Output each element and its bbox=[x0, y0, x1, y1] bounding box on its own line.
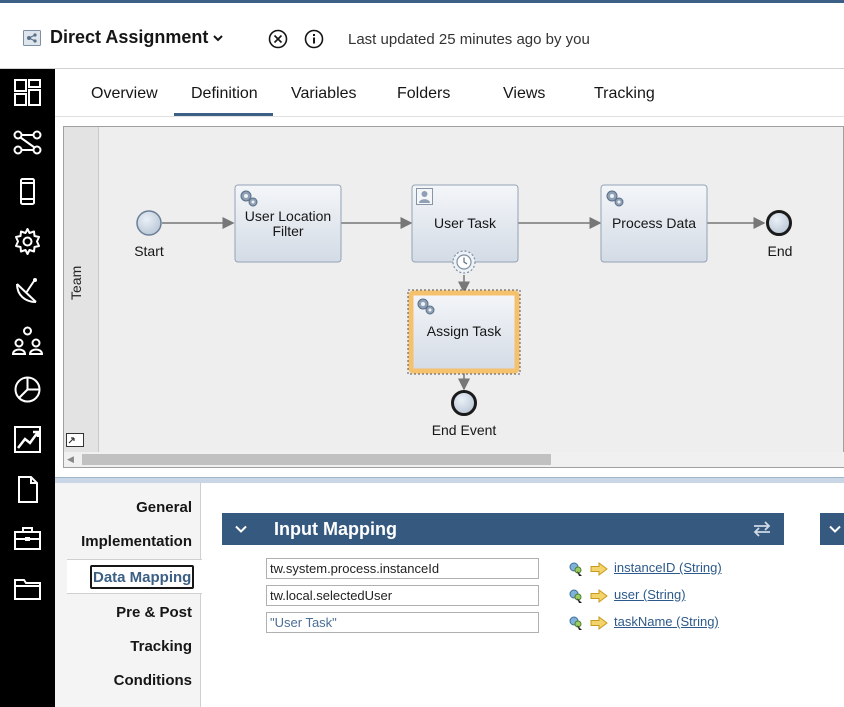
menu-conditions[interactable]: Conditions bbox=[52, 672, 192, 689]
menu-general[interactable]: General bbox=[52, 499, 192, 516]
swap-arrows-icon[interactable] bbox=[752, 519, 772, 539]
task-user-location-filter-label: User Location Filter bbox=[244, 208, 332, 239]
overview-map-icon[interactable] bbox=[66, 433, 84, 447]
process-diagram bbox=[136, 184, 792, 416]
mapping-value-input[interactable] bbox=[266, 558, 539, 579]
chevron-down-icon[interactable] bbox=[828, 522, 842, 536]
menu-data-mapping[interactable]: Data Mapping bbox=[90, 565, 195, 589]
end-event-2-shape[interactable] bbox=[451, 390, 477, 416]
folder-icon[interactable] bbox=[12, 573, 43, 604]
mapping-value-input[interactable] bbox=[266, 585, 539, 606]
document-icon[interactable] bbox=[12, 474, 43, 505]
menu-pre-post[interactable]: Pre & Post bbox=[52, 604, 192, 621]
mapping-arrow-icon bbox=[590, 616, 608, 630]
end-event-shape[interactable] bbox=[766, 210, 792, 236]
task-user-task-label: User Task bbox=[434, 215, 496, 231]
task-assign-task-label: Assign Task bbox=[426, 323, 502, 339]
start-event-label: Start bbox=[134, 243, 164, 259]
variable-picker-icon[interactable] bbox=[568, 588, 584, 604]
start-event-shape[interactable] bbox=[136, 210, 162, 236]
variable-picker-icon[interactable] bbox=[568, 561, 584, 577]
end-event-2-label: End Event bbox=[431, 422, 497, 438]
task-process-data-label: Process Data bbox=[611, 215, 697, 231]
mapping-value-input[interactable] bbox=[266, 612, 539, 633]
horizontal-scrollbar-thumb[interactable] bbox=[82, 454, 551, 465]
menu-implementation[interactable]: Implementation bbox=[52, 533, 192, 550]
user-icon bbox=[416, 188, 433, 205]
mapping-arrow-icon bbox=[590, 562, 608, 576]
end-event-label: End bbox=[767, 243, 793, 259]
variable-picker-icon[interactable] bbox=[568, 615, 584, 631]
mapping-arrow-icon bbox=[590, 589, 608, 603]
mapping-target-link[interactable]: user (String) bbox=[614, 587, 686, 602]
mapping-target-link[interactable]: taskName (String) bbox=[614, 614, 719, 629]
menu-tracking[interactable]: Tracking bbox=[52, 638, 192, 655]
input-mapping-title: Input Mapping bbox=[274, 519, 397, 539]
mapping-target-link[interactable]: instanceID (String) bbox=[614, 560, 722, 575]
timer-event-icon[interactable] bbox=[452, 250, 476, 274]
chevron-down-icon[interactable] bbox=[234, 522, 248, 536]
toolbox-icon[interactable] bbox=[12, 523, 43, 554]
scroll-left-arrow-icon[interactable]: ◀ bbox=[67, 454, 74, 465]
